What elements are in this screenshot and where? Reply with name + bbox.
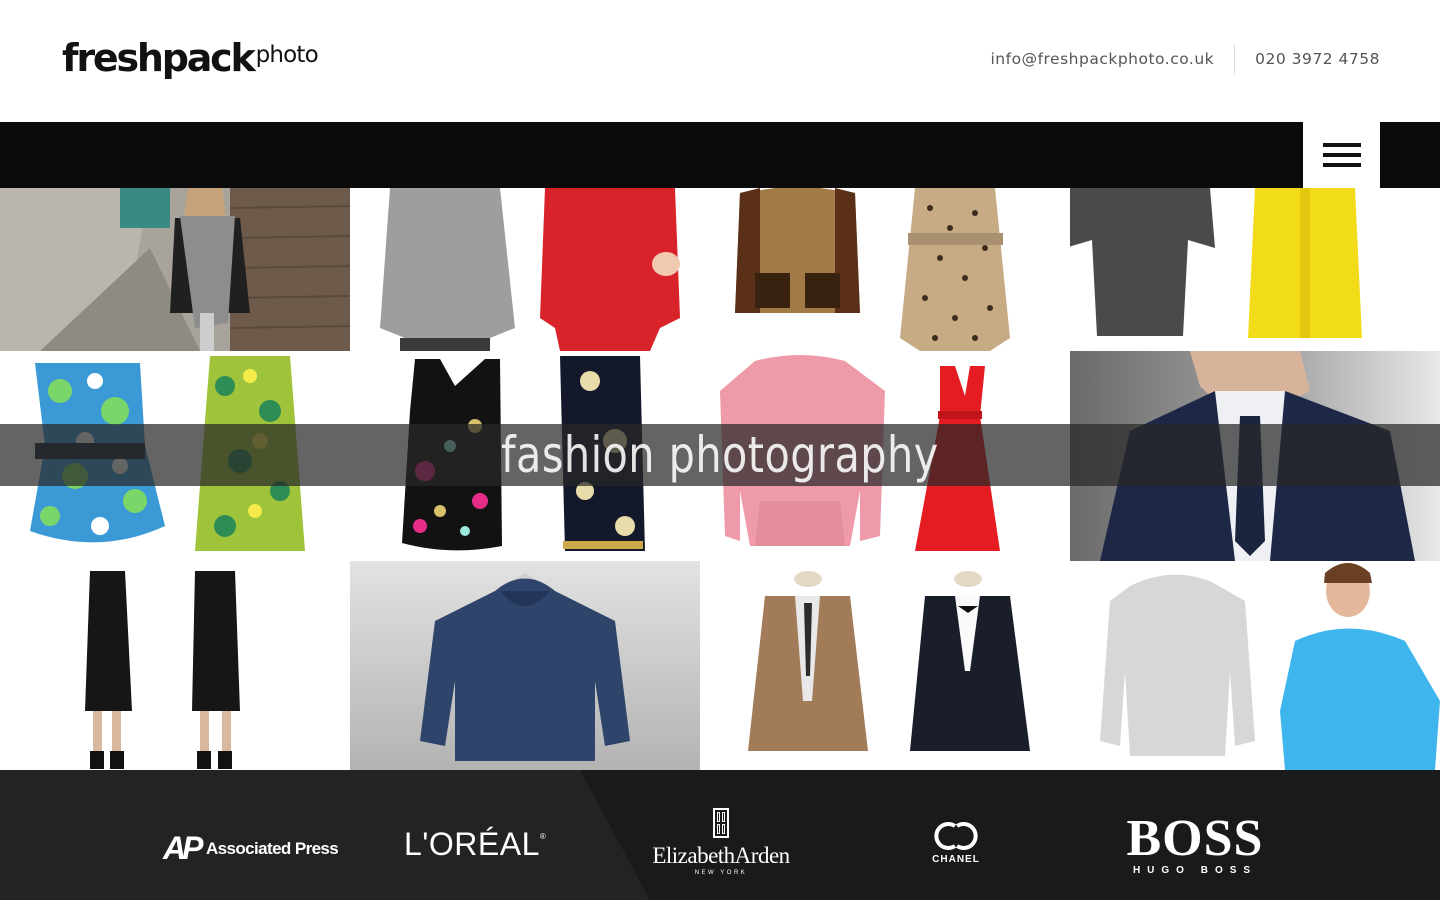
photo-sweatshirt-wolt[interactable] xyxy=(1070,561,1440,770)
photo-gallery: fashion photography xyxy=(0,188,1440,770)
elizabeth-arden-name: ElizabethArden xyxy=(652,843,790,868)
logo-main-text: freshpack xyxy=(62,36,256,80)
boss-name: BOSS xyxy=(1126,810,1264,867)
chanel-name: CHANEL xyxy=(932,854,980,865)
email-link[interactable]: info@freshpackphoto.co.uk xyxy=(991,50,1215,68)
boss-subtitle: HUGO BOSS xyxy=(1132,865,1258,876)
ap-name: Associated Press xyxy=(206,839,339,858)
photo-tailored-jackets[interactable] xyxy=(700,561,1070,770)
loreal-logo: L'ORÉAL® xyxy=(404,826,546,863)
elizabeth-arden-emblem-icon xyxy=(713,808,729,838)
hero-title-band: fashion photography xyxy=(0,424,1440,486)
chanel-logo: CHANEL xyxy=(930,820,982,865)
elizabeth-arden-subtitle: NEW YORK xyxy=(694,870,748,876)
contact-info: info@freshpackphoto.co.uk 020 3972 4758 xyxy=(991,44,1381,74)
photo-tee-yellow-coat[interactable] xyxy=(1070,188,1440,351)
photo-black-dress-model[interactable] xyxy=(0,561,350,770)
photo-jacket-leopard-dress[interactable] xyxy=(700,188,1070,351)
photo-navy-hoodie[interactable] xyxy=(350,561,700,770)
photo-street-scarf[interactable] xyxy=(0,188,350,351)
navigation-bar xyxy=(0,122,1440,188)
logo-sub-text: photo xyxy=(255,42,319,68)
elizabeth-arden-logo: ElizabethArden NEW YORK xyxy=(642,808,800,876)
hugo-boss-logo: BOSS HUGO BOSS xyxy=(1118,810,1272,877)
loreal-name: L'ORÉAL xyxy=(404,826,540,862)
site-logo[interactable]: freshpack photo xyxy=(62,36,319,80)
hamburger-menu-icon[interactable] xyxy=(1303,122,1380,188)
site-header: freshpack photo info@freshpackphoto.co.u… xyxy=(0,0,1440,122)
photo-knit-sweaters[interactable] xyxy=(350,188,700,351)
menu-line xyxy=(1322,163,1361,167)
loreal-registered-mark: ® xyxy=(539,832,547,841)
contact-divider xyxy=(1234,44,1236,74)
menu-line xyxy=(1322,153,1361,157)
phone-link[interactable]: 020 3972 4758 xyxy=(1255,50,1380,68)
page-title: fashion photography xyxy=(501,426,939,484)
chanel-cc-icon xyxy=(934,822,978,850)
menu-line xyxy=(1322,143,1361,147)
ap-mark: AP xyxy=(163,830,204,866)
